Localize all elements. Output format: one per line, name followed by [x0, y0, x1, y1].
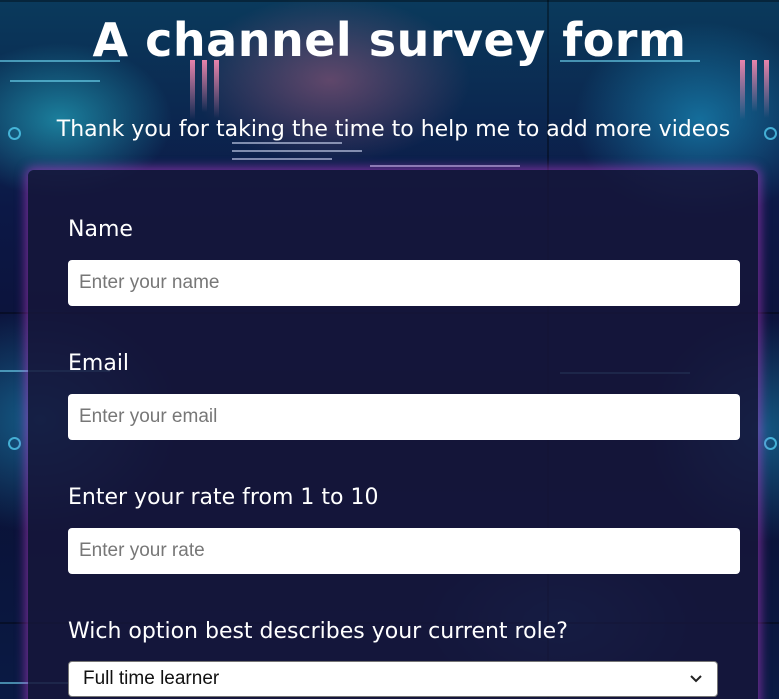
role-dropdown[interactable]: Full time learner	[68, 661, 718, 697]
page-subtitle: Thank you for taking the time to help me…	[56, 117, 731, 142]
role-label: Wich option best describes your current …	[68, 619, 568, 644]
chevron-down-icon	[689, 671, 703, 687]
email-label: Email	[68, 351, 130, 376]
page-title: A channel survey form	[92, 13, 687, 67]
role-dropdown-value: Full time learner	[83, 668, 220, 689]
rate-label: Enter your rate from 1 to 10	[68, 485, 379, 510]
email-input[interactable]	[68, 394, 740, 440]
name-label: Name	[68, 217, 133, 242]
rate-input[interactable]	[68, 528, 740, 574]
name-input[interactable]	[68, 260, 740, 306]
